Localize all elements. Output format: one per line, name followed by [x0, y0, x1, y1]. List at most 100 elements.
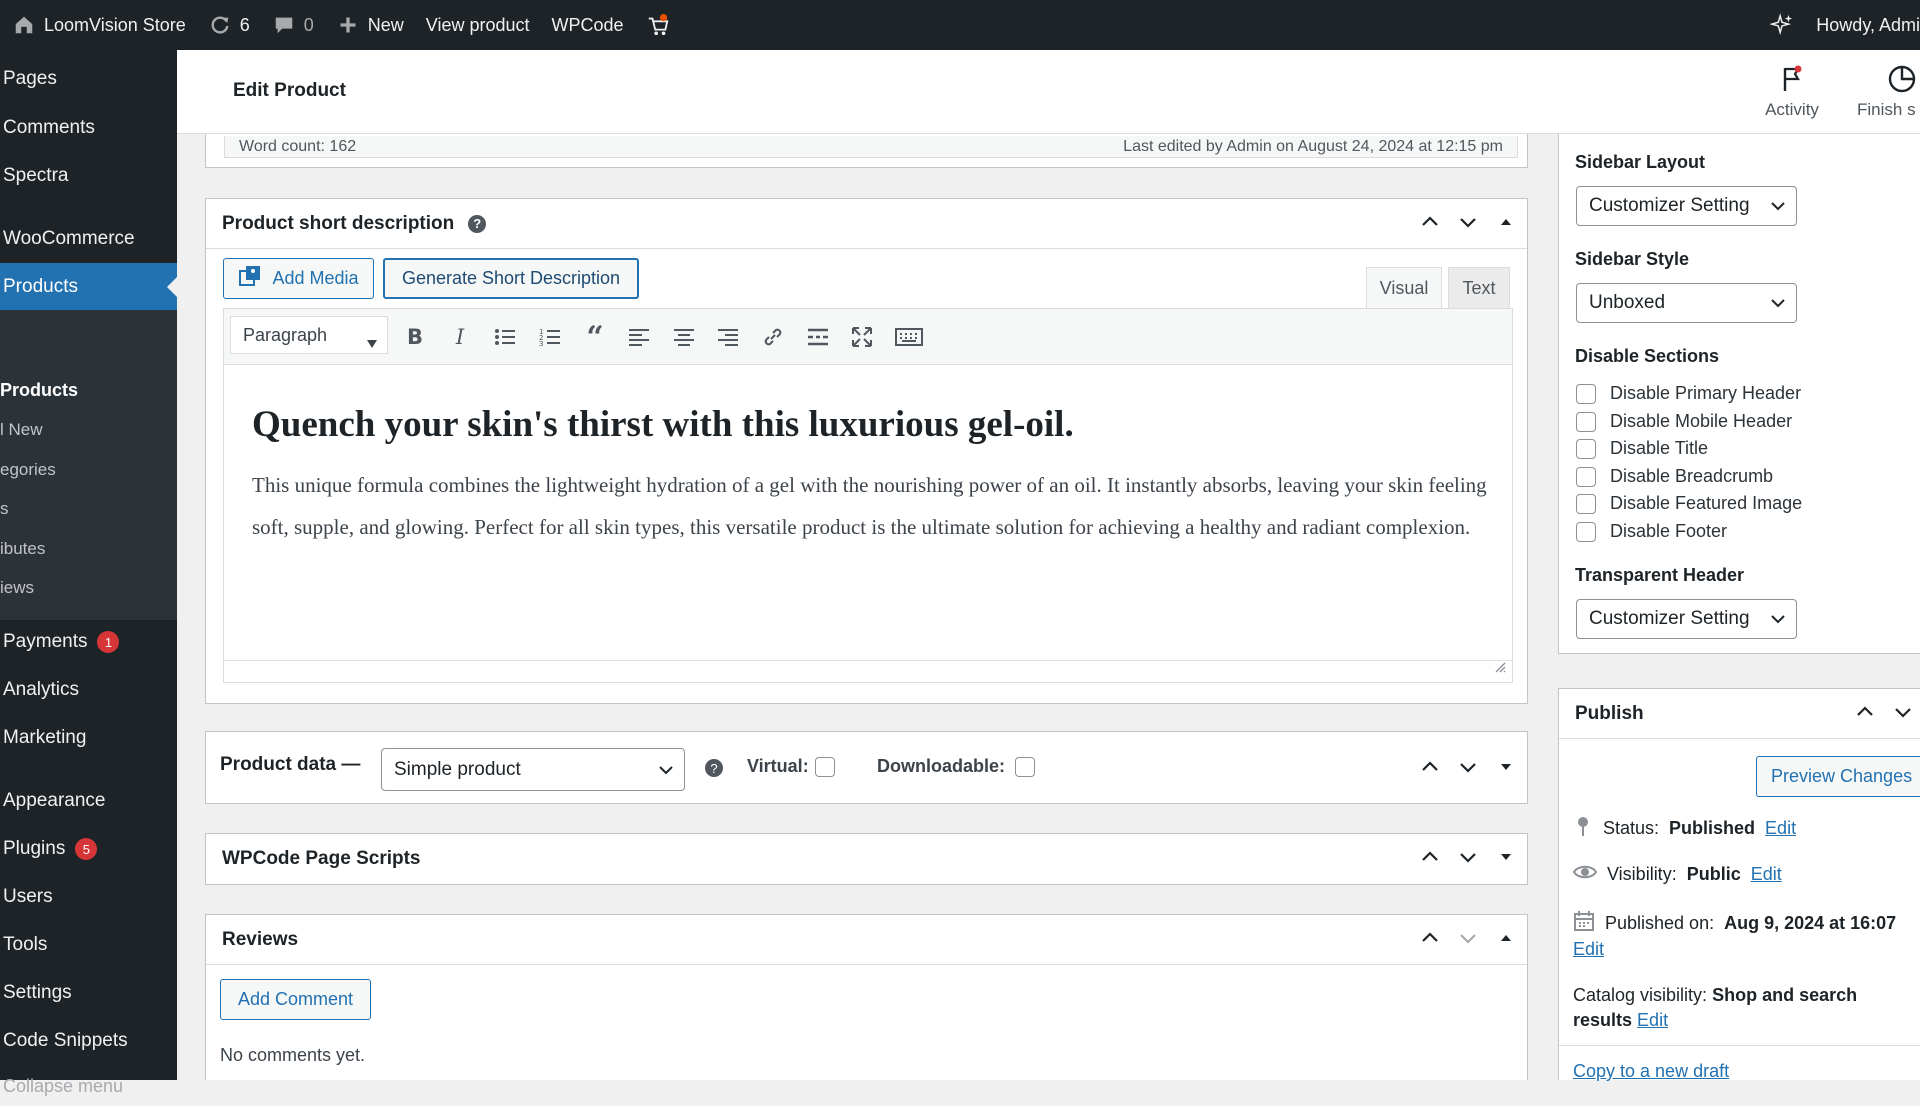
edit-date-link[interactable]: Edit — [1573, 939, 1604, 960]
disable-primary-header-option[interactable]: Disable Primary Header — [1576, 383, 1801, 404]
tab-visual[interactable]: Visual — [1366, 267, 1442, 308]
virtual-checkbox[interactable] — [814, 756, 835, 777]
submenu-tags[interactable]: s — [0, 499, 9, 519]
ai-sparkle-button[interactable] — [1758, 0, 1805, 50]
sidebar-item-spectra[interactable]: Spectra — [3, 156, 68, 196]
checkbox[interactable] — [1576, 383, 1596, 404]
move-up-icon[interactable] — [1854, 701, 1876, 723]
wpcode-link[interactable]: WPCode — [541, 0, 635, 50]
add-media-button[interactable]: Add Media — [223, 258, 374, 299]
disable-breadcrumb-option[interactable]: Disable Breadcrumb — [1576, 466, 1773, 487]
sidebar-item-pages[interactable]: Pages — [3, 59, 57, 99]
checkbox[interactable] — [1576, 438, 1596, 459]
move-down-icon[interactable] — [1457, 211, 1479, 233]
comments-link[interactable]: 0 — [261, 0, 325, 50]
move-up-icon[interactable] — [1419, 211, 1441, 233]
sidebar-item-code-snippets[interactable]: Code Snippets — [3, 1021, 128, 1061]
keyboard-icon[interactable] — [893, 323, 925, 351]
checkbox[interactable] — [1576, 411, 1596, 432]
site-name-link[interactable]: LoomVision Store — [0, 0, 197, 50]
finish-setup-button[interactable]: Finish s — [1837, 64, 1920, 120]
new-link[interactable]: New — [325, 0, 415, 50]
view-product-link[interactable]: View product — [415, 0, 541, 50]
checkbox[interactable] — [1576, 466, 1596, 487]
activity-button[interactable]: Activity — [1747, 64, 1837, 120]
bullet-list-icon[interactable] — [491, 323, 519, 351]
align-left-icon[interactable] — [625, 323, 653, 351]
wpcode-scripts-box[interactable]: WPCode Page Scripts — [205, 833, 1528, 885]
submenu-all-products[interactable]: Products — [0, 380, 78, 401]
sidebar-item-users[interactable]: Users — [3, 877, 53, 917]
sidebar-item-tools[interactable]: Tools — [3, 925, 47, 965]
disable-featured-image-option[interactable]: Disable Featured Image — [1576, 493, 1802, 514]
sidebar-style-select[interactable]: Unboxed — [1576, 283, 1797, 323]
toggle-panel-icon[interactable] — [1495, 756, 1517, 778]
generate-short-description-button[interactable]: Generate Short Description — [383, 258, 639, 299]
sidebar-item-label: Tools — [3, 934, 48, 955]
editor-area: Paragraph Quench your skin's thirst with… — [223, 308, 1513, 683]
read-more-icon[interactable] — [804, 323, 832, 351]
submenu-add-new[interactable]: l New — [0, 420, 43, 440]
sidebar-item-settings[interactable]: Settings — [3, 973, 72, 1013]
sidebar-item-appearance[interactable]: Appearance — [3, 781, 105, 821]
downloadable-checkbox[interactable] — [1015, 756, 1036, 777]
sidebar-item-label: Plugins — [3, 838, 66, 859]
submenu-attributes[interactable]: ibutes — [0, 539, 45, 559]
sidebar-layout-select[interactable]: Customizer Setting — [1576, 186, 1797, 226]
transparent-header-select[interactable]: Customizer Setting — [1576, 599, 1797, 639]
edit-visibility-link[interactable]: Edit — [1751, 864, 1782, 885]
toggle-panel-icon[interactable] — [1495, 846, 1517, 868]
sidebar-item-comments[interactable]: Comments — [3, 108, 95, 148]
format-select[interactable]: Paragraph — [230, 316, 388, 354]
box-handles — [1419, 756, 1517, 778]
sidebar-item-woocommerce[interactable]: WooCommerce — [3, 219, 135, 259]
disable-footer-option[interactable]: Disable Footer — [1576, 521, 1727, 542]
editor-content[interactable]: Quench your skin's thirst with this luxu… — [224, 365, 1512, 660]
numbered-list-icon[interactable]: 123 — [536, 323, 564, 351]
move-down-icon[interactable] — [1892, 701, 1914, 723]
checkbox[interactable] — [1576, 521, 1596, 542]
move-down-icon[interactable] — [1457, 756, 1479, 778]
move-up-icon[interactable] — [1419, 756, 1441, 778]
add-comment-button[interactable]: Add Comment — [220, 979, 371, 1020]
move-down-icon[interactable] — [1457, 927, 1479, 949]
bold-icon[interactable]: B — [401, 323, 429, 351]
tab-text[interactable]: Text — [1448, 267, 1510, 308]
sidebar-item-payments[interactable]: Payments 1 — [3, 622, 120, 662]
disable-title-option[interactable]: Disable Title — [1576, 438, 1708, 459]
help-icon[interactable]: ? — [705, 759, 723, 777]
sidebar-item-products[interactable]: Products — [3, 267, 78, 307]
fullscreen-icon[interactable] — [848, 323, 876, 351]
disable-mobile-header-option[interactable]: Disable Mobile Header — [1576, 411, 1792, 432]
cart-link[interactable] — [635, 0, 681, 50]
calendar-icon — [1573, 910, 1595, 937]
sidebar-item-plugins[interactable]: Plugins 5 — [3, 829, 98, 869]
submenu-categories[interactable]: egories — [0, 460, 56, 480]
sidebar-item-marketing[interactable]: Marketing — [3, 718, 86, 758]
checkbox[interactable] — [1576, 493, 1596, 514]
help-icon[interactable]: ? — [468, 214, 487, 233]
toggle-panel-icon[interactable] — [1495, 927, 1517, 949]
align-right-icon[interactable] — [714, 323, 742, 351]
toggle-panel-icon[interactable] — [1495, 211, 1517, 233]
copy-to-draft-link[interactable]: Copy to a new draft — [1573, 1061, 1729, 1082]
move-down-icon[interactable] — [1457, 846, 1479, 868]
submenu-reviews[interactable]: iews — [0, 578, 34, 598]
link-icon[interactable] — [759, 323, 787, 351]
preview-changes-button[interactable]: Preview Changes — [1756, 756, 1920, 797]
product-type-select[interactable]: Simple product — [381, 748, 685, 791]
edit-status-link[interactable]: Edit — [1765, 818, 1796, 839]
updates-link[interactable]: 6 — [197, 0, 261, 50]
resize-handle-icon[interactable] — [1494, 660, 1506, 678]
howdy-account-link[interactable]: Howdy, Admi — [1805, 0, 1920, 50]
italic-icon[interactable]: I — [446, 323, 474, 351]
box-handles — [1419, 927, 1517, 949]
sidebar-item-analytics[interactable]: Analytics — [3, 670, 79, 710]
collapse-menu-button[interactable]: Collapse menu — [3, 1066, 123, 1106]
align-center-icon[interactable] — [670, 323, 698, 351]
edit-catalog-link[interactable]: Edit — [1637, 1010, 1668, 1030]
transparent-header-value: Customizer Setting — [1589, 608, 1750, 629]
blockquote-icon[interactable]: “ — [581, 320, 609, 355]
move-up-icon[interactable] — [1419, 846, 1441, 868]
move-up-icon[interactable] — [1419, 927, 1441, 949]
